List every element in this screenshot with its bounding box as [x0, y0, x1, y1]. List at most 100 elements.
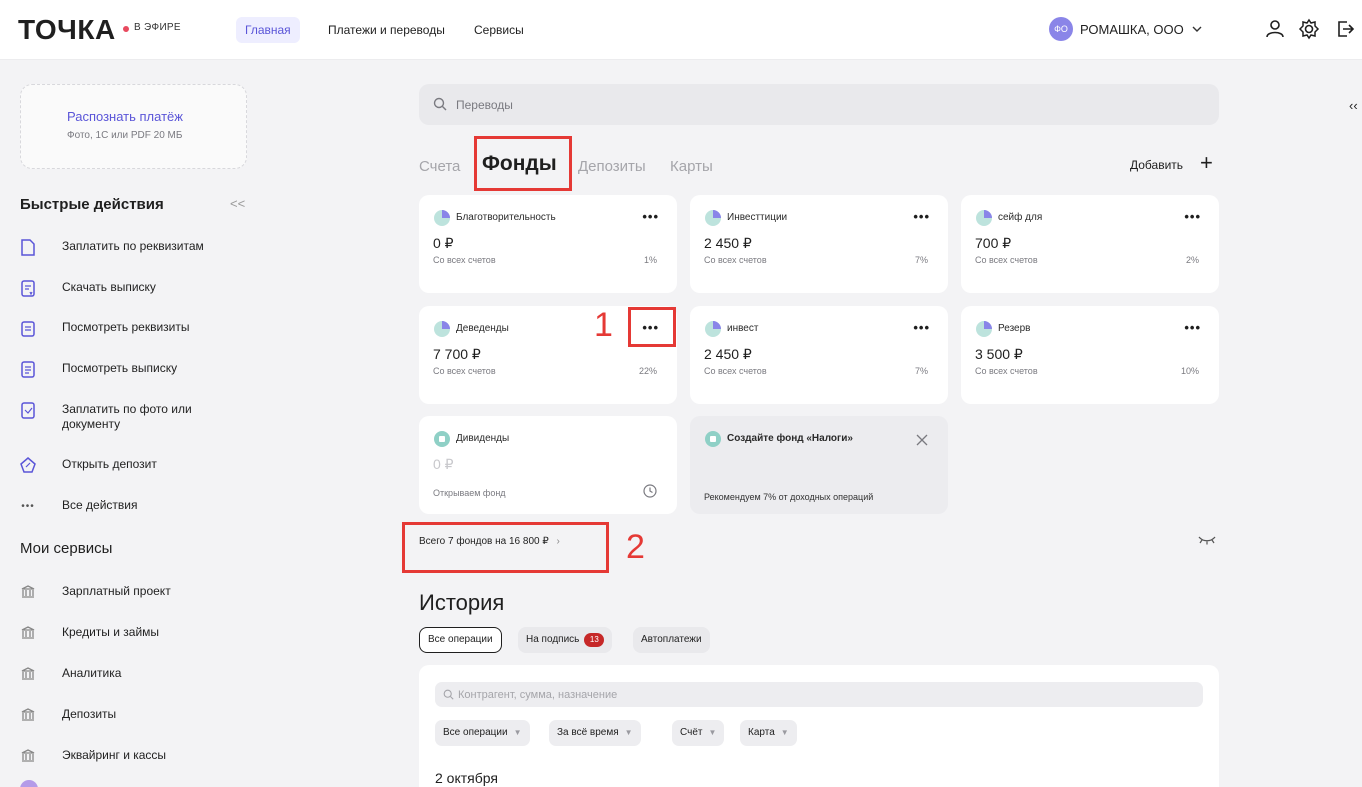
annotation-number-1: 1	[594, 306, 613, 344]
quick-item-open-deposit[interactable]: Открыть депозит	[20, 456, 250, 474]
quick-item-label: Все действия	[62, 498, 138, 512]
more-options-icon[interactable]: •••	[1184, 209, 1201, 224]
fund-amount: 0 ₽	[433, 235, 454, 251]
promo-card-taxes[interactable]: Создайте фонд «Налоги» Рекомендуем 7% от…	[690, 416, 948, 514]
quick-item-label: Открыть депозит	[62, 457, 157, 471]
filter-card[interactable]: Карта ▼	[740, 720, 797, 746]
deposit-icon	[20, 456, 36, 474]
fund-source: Со всех счетов	[433, 255, 496, 265]
live-dot	[123, 26, 129, 32]
fund-name: Благотворительность	[456, 212, 556, 223]
fund-name: Резерв	[998, 323, 1031, 334]
annotation-box-2	[402, 522, 609, 573]
fund-card[interactable]: сейф для ••• 700 ₽ Со всех счетов 2%	[961, 195, 1219, 293]
quick-item-pay-photo[interactable]: Заплатить по фото или документу	[20, 401, 250, 432]
filter-period[interactable]: За всё время ▼	[549, 720, 641, 746]
service-item-credits[interactable]: Кредиты и займы	[20, 624, 250, 642]
statement-icon	[20, 360, 36, 378]
fund-source: Со всех счетов	[704, 366, 767, 376]
service-item-label: Кредиты и займы	[62, 625, 160, 639]
bank-icon	[20, 583, 36, 601]
more-options-icon[interactable]: •••	[1184, 320, 1201, 335]
chip-to-sign-label: На подпись	[526, 634, 580, 645]
service-item-label: Зарплатный проект	[62, 584, 171, 598]
annotation-box-1	[628, 307, 676, 347]
service-item-acquiring[interactable]: Эквайринг и кассы	[20, 747, 250, 765]
more-options-icon[interactable]: •••	[913, 320, 930, 335]
fund-percent: 22%	[638, 366, 657, 376]
history-panel: Контрагент, сумма, назначение Все операц…	[419, 665, 1219, 787]
search-placeholder: Переводы	[456, 98, 513, 112]
quick-item-download-statement[interactable]: Скачать выписку	[20, 279, 250, 297]
filter-label: За всё время	[557, 727, 619, 738]
sign-count-badge: 13	[584, 633, 605, 647]
fund-amount: 2 450 ₽	[704, 346, 752, 362]
service-item-deposits[interactable]: Депозиты	[20, 706, 250, 724]
funds-total-link[interactable]: Всего 7 фондов на 16 800 ₽ ›	[419, 536, 560, 547]
nav-services[interactable]: Сервисы	[465, 17, 533, 43]
chip-autopayments[interactable]: Автоплатежи	[633, 627, 710, 653]
fund-icon	[434, 321, 450, 337]
nav-payments[interactable]: Платежи и переводы	[319, 17, 454, 43]
service-item-analytics[interactable]: Аналитика	[20, 665, 250, 683]
more-options-icon[interactable]: •••	[913, 209, 930, 224]
fund-source: Со всех счетов	[975, 366, 1038, 376]
collapse-panel-icon[interactable]: ‹‹	[1349, 98, 1358, 113]
fund-card[interactable]: Инвесттиции ••• 2 450 ₽ Со всех счетов 7…	[690, 195, 948, 293]
fund-card[interactable]: Благотворительность ••• 0 ₽ Со всех счет…	[419, 195, 677, 293]
chip-to-sign[interactable]: На подпись 13	[518, 627, 613, 653]
tab-accounts[interactable]: Счета	[419, 158, 460, 175]
service-item-salary[interactable]: Зарплатный проект	[20, 583, 250, 601]
caret-down-icon: ▼	[513, 728, 522, 737]
recognize-title: Распознать платёж	[67, 109, 183, 124]
fund-amount: 700 ₽	[975, 235, 1012, 251]
fund-card[interactable]: инвест ••• 2 450 ₽ Со всех счетов 7%	[690, 306, 948, 404]
live-label[interactable]: В ЭФИРЕ	[134, 22, 181, 33]
recognize-hint: Фото, 1С или PDF 20 МБ	[67, 130, 183, 141]
search-icon	[443, 689, 454, 700]
bank-icon	[20, 706, 36, 724]
photo-document-icon	[20, 401, 36, 419]
promo-subtitle: Рекомендуем 7% от доходных операций	[704, 492, 874, 502]
quick-item-view-details[interactable]: Посмотреть реквизиты	[20, 319, 250, 337]
more-dots-icon: •••	[21, 500, 35, 512]
search-input[interactable]: Переводы	[419, 84, 1219, 125]
fund-name: сейф для	[998, 212, 1043, 223]
fund-card[interactable]: Резерв ••• 3 500 ₽ Со всех счетов 10%	[961, 306, 1219, 404]
quick-item-view-statement[interactable]: Посмотреть выписку	[20, 360, 250, 378]
fund-source: Со всех счетов	[704, 255, 767, 265]
hide-eye-icon[interactable]	[1198, 532, 1216, 546]
recognize-payment-dropzone[interactable]: Распознать платёж Фото, 1С или PDF 20 МБ	[20, 84, 247, 169]
chip-all-operations[interactable]: Все операции	[419, 627, 502, 653]
close-icon[interactable]	[916, 434, 928, 446]
quick-item-label: Скачать выписку	[62, 280, 156, 294]
collapse-icon[interactable]: <<	[230, 196, 245, 211]
nav-home[interactable]: Главная	[236, 17, 300, 43]
fund-source: Со всех счетов	[433, 366, 496, 376]
plus-icon[interactable]: +	[1200, 150, 1213, 176]
quick-item-label: Посмотреть выписку	[62, 361, 178, 375]
service-item-label: Депозиты	[62, 707, 117, 721]
quick-item-pay-details[interactable]: Заплатить по реквизитам	[20, 238, 250, 256]
gear-icon[interactable]	[1298, 18, 1320, 40]
fund-card-opening[interactable]: Дивиденды 0 ₽ Открываем фонд	[419, 416, 677, 514]
quick-item-all-actions[interactable]: ••• Все действия	[20, 497, 250, 515]
fund-icon	[434, 210, 450, 226]
top-bar: ТОЧКА В ЭФИРЕ Главная Платежи и переводы…	[0, 0, 1362, 60]
history-search-input[interactable]: Контрагент, сумма, назначение	[435, 682, 1203, 707]
fund-percent: 2%	[1185, 255, 1199, 265]
tab-deposits[interactable]: Депозиты	[578, 158, 646, 175]
filter-operations[interactable]: Все операции ▼	[435, 720, 530, 746]
avatar: ФО	[1049, 17, 1073, 41]
more-options-icon[interactable]: •••	[642, 209, 659, 224]
logo[interactable]: ТОЧКА	[18, 14, 116, 46]
company-switcher[interactable]: ФО РОМАШКА, ООО	[1049, 17, 1203, 41]
tab-cards[interactable]: Карты	[670, 158, 713, 175]
tab-funds[interactable]: Фонды	[474, 136, 572, 191]
user-icon[interactable]	[1264, 18, 1286, 40]
clock-icon	[643, 484, 657, 498]
filter-label: Счёт	[680, 727, 703, 738]
add-button[interactable]: Добавить	[1130, 158, 1183, 172]
filter-account[interactable]: Счёт ▼	[672, 720, 725, 746]
logout-icon[interactable]	[1334, 18, 1356, 40]
